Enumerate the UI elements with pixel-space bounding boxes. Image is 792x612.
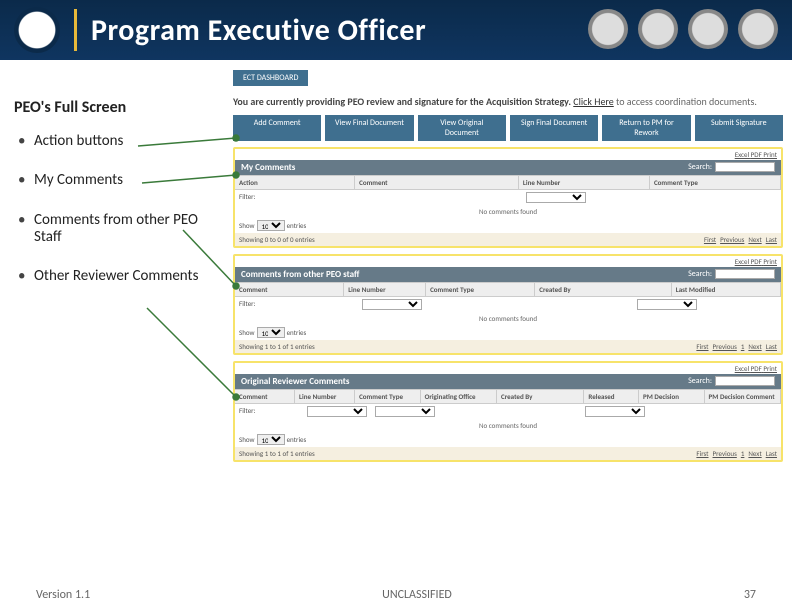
left-heading: PEO's Full Screen <box>14 98 228 117</box>
panel-title: Comments from other PEO staff <box>241 269 359 280</box>
entries-select[interactable]: 10 <box>257 220 285 231</box>
usaf-seal-icon <box>738 9 778 49</box>
export-pdf[interactable]: PDF <box>751 150 762 159</box>
dod-seal-icon <box>14 7 60 53</box>
page-number: 37 <box>744 588 756 602</box>
return-to-pm-button[interactable]: Return to PM for Rework <box>602 115 690 141</box>
panel-title: My Comments <box>241 162 295 173</box>
bullet-other-reviewer: Other Reviewer Comments <box>18 268 228 285</box>
page-title: Program Executive Officer <box>91 12 426 49</box>
divider <box>74 9 77 51</box>
filter-select[interactable] <box>526 192 586 203</box>
action-button-row: Add Comment View Final Document View Ori… <box>233 115 783 141</box>
service-seals <box>588 9 778 49</box>
export-excel[interactable]: Excel <box>735 150 749 159</box>
submit-signature-button[interactable]: Submit Signature <box>695 115 783 141</box>
search-input[interactable] <box>715 376 775 386</box>
add-comment-button[interactable]: Add Comment <box>233 115 321 141</box>
view-original-doc-button[interactable]: View Original Document <box>418 115 506 141</box>
search-input[interactable] <box>715 162 775 172</box>
navy-seal-icon <box>688 9 728 49</box>
usmc-seal-icon <box>638 9 678 49</box>
other-peo-staff-panel: Excel PDF Print Comments from other PEO … <box>233 254 783 355</box>
export-print[interactable]: Print <box>763 150 777 159</box>
click-here-link[interactable]: Click Here <box>573 95 614 108</box>
bullet-my-comments: My Comments <box>18 172 228 189</box>
my-comments-panel: Excel PDF Print My Comments Search: Acti… <box>233 147 783 248</box>
bullet-other-peo-staff: Comments from other PEO Staff <box>18 212 228 247</box>
original-reviewer-panel: Excel PDF Print Original Reviewer Commen… <box>233 361 783 462</box>
version-label: Version 1.1 <box>36 588 90 602</box>
app-screenshot: ECT DASHBOARD You are currently providin… <box>233 70 783 468</box>
instruction-text: You are currently providing PEO review a… <box>233 96 783 109</box>
view-final-doc-button[interactable]: View Final Document <box>325 115 413 141</box>
army-seal-icon <box>588 9 628 49</box>
pager: FirstPreviousNextLast <box>700 235 777 244</box>
classification-label: UNCLASSIFIED <box>382 588 452 602</box>
bullet-action-buttons: Action buttons <box>18 133 228 150</box>
tab-ect-dashboard[interactable]: ECT DASHBOARD <box>233 70 308 86</box>
sign-final-doc-button[interactable]: Sign Final Document <box>510 115 598 141</box>
search-input[interactable] <box>715 269 775 279</box>
panel-title: Original Reviewer Comments <box>241 376 350 387</box>
